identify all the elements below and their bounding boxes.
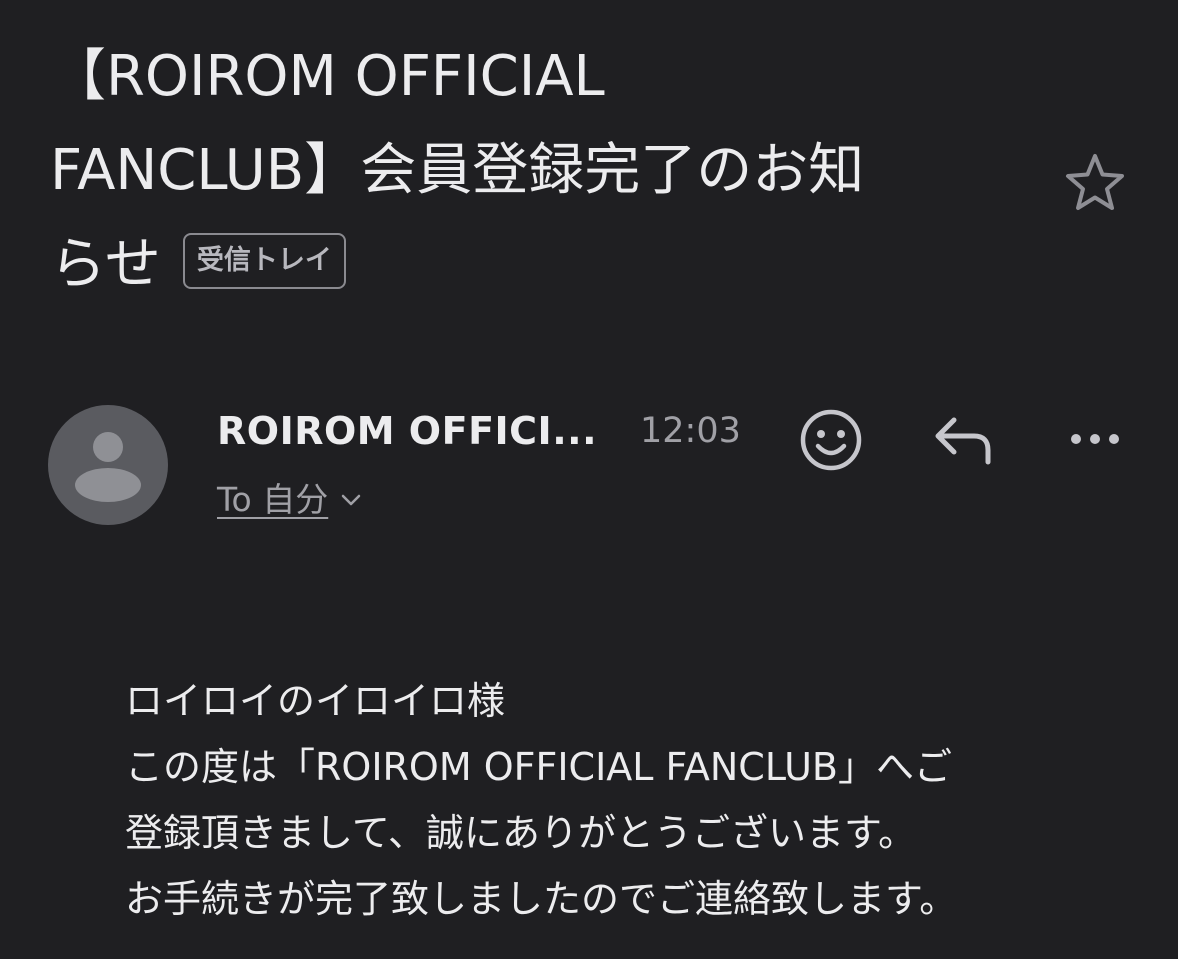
body-line: この度は「ROIROM OFFICIAL FANCLUB」へご bbox=[125, 745, 953, 789]
subject-line-3-text: らせ bbox=[50, 232, 161, 297]
sender-avatar[interactable] bbox=[48, 405, 168, 525]
star-icon[interactable] bbox=[1062, 150, 1128, 216]
more-options-icon[interactable] bbox=[1066, 424, 1126, 454]
recipient-text: To 自分 bbox=[217, 480, 329, 519]
body-line: 登録頂きまして、誠にありがとうございます。 bbox=[125, 811, 917, 855]
person-icon bbox=[75, 432, 141, 502]
email-subject: 【ROIROM OFFICIAL FANCLUB】会員登録完了のお知 らせ 受信ト… bbox=[50, 30, 1030, 312]
sender-name[interactable]: ROIROM OFFICI... bbox=[217, 408, 607, 454]
reply-icon[interactable] bbox=[930, 412, 996, 468]
subject-line-2: FANCLUB】会員登録完了のお知 bbox=[50, 138, 865, 203]
subject-line-1: 【ROIROM OFFICIAL bbox=[50, 44, 605, 109]
email-time: 12:03 bbox=[640, 411, 741, 451]
body-line: ロイロイのイロイロ様 bbox=[125, 679, 506, 723]
body-line: お手続きが完了致しましたのでご連絡致します。 bbox=[125, 877, 958, 921]
email-body: ロイロイのイロイロ様 この度は「ROIROM OFFICIAL FANCLUB」… bbox=[125, 668, 1135, 932]
chevron-down-icon bbox=[341, 494, 361, 506]
subject-line-3: らせ 受信トレイ bbox=[50, 218, 1030, 312]
inbox-label-badge[interactable]: 受信トレイ bbox=[182, 233, 346, 289]
recipient-toggle[interactable]: To 自分 bbox=[217, 478, 362, 522]
smiley-icon[interactable] bbox=[797, 406, 865, 474]
